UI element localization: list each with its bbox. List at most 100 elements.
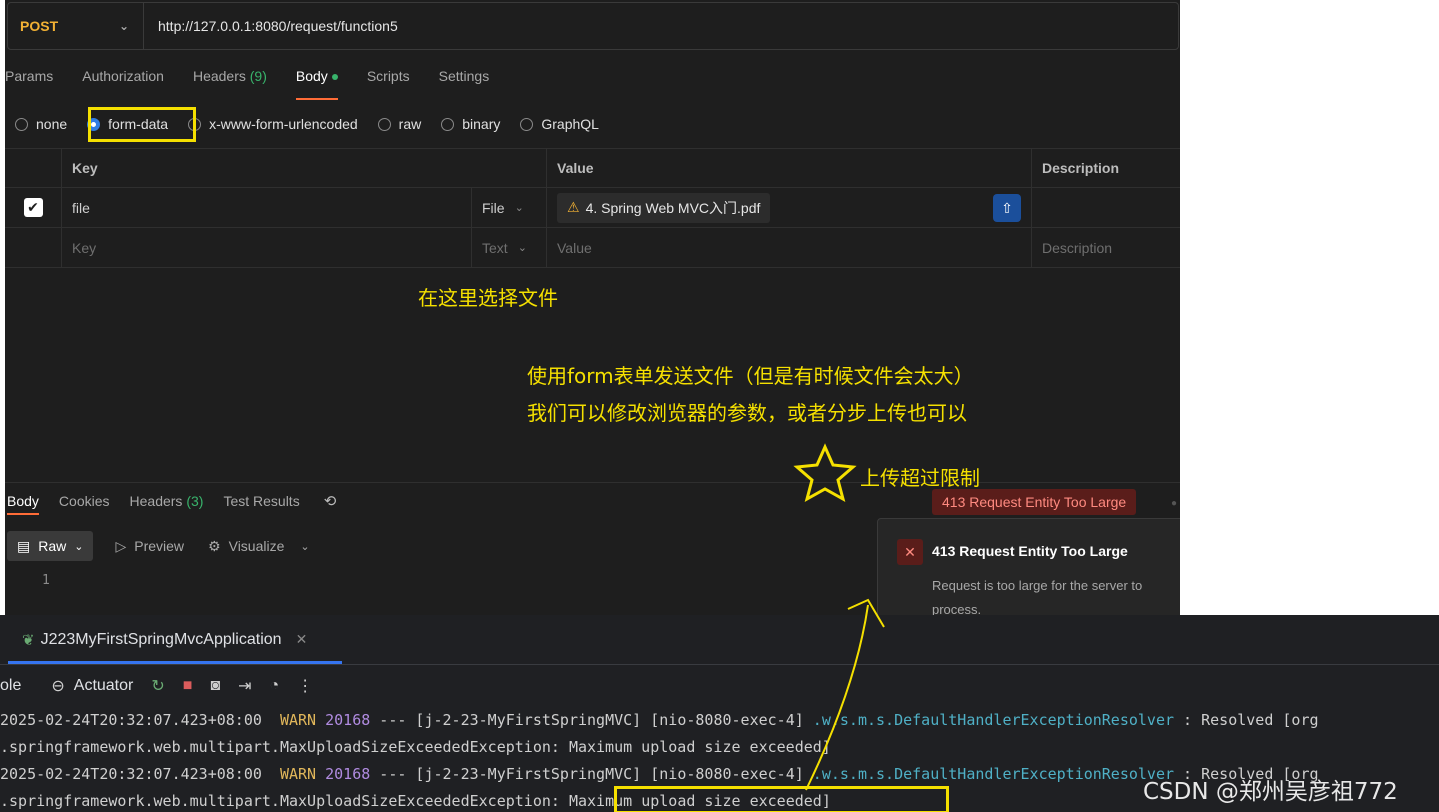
exceeded-highlight <box>614 786 949 812</box>
tab-params[interactable]: Params <box>5 68 53 94</box>
radio-urlencoded-label: x-www-form-urlencoded <box>209 116 358 132</box>
log1-mid: --- [j-2-23-MyFirstSpringMVC] [nio-8080-… <box>370 711 813 729</box>
actuator-tab[interactable]: Actuator <box>74 677 134 695</box>
radio-graphql-label: GraphQL <box>541 116 599 132</box>
radio-raw[interactable]: raw <box>377 116 421 132</box>
radio-icon <box>377 117 391 131</box>
log4-prefix: .springframework.web.multipart.MaxUpload… <box>0 792 569 810</box>
row-type-select[interactable]: File ⌄ <box>472 188 547 227</box>
chevron-down-icon: ⌄ <box>300 540 310 553</box>
error-close-icon[interactable]: ✕ <box>897 539 923 565</box>
screenshot-root: POST ⌄ http://127.0.0.1:8080/request/fun… <box>0 0 1439 812</box>
more-icon[interactable]: ⋮ <box>297 676 313 696</box>
log-line-2: .springframework.web.multipart.MaxUpload… <box>0 738 831 756</box>
actuator-icon: ⊖ <box>51 678 65 695</box>
ide-toolbar: ole ⊖ Actuator ↻ ■ ◙ ⇥ ◔ ⋮ <box>0 673 322 699</box>
row-key[interactable]: file <box>62 188 472 227</box>
log1-pid: 20168 <box>325 711 371 729</box>
radio-graphql[interactable]: GraphQL <box>520 116 599 132</box>
request-tabs: Params Authorization Headers (9) Body Sc… <box>5 68 518 100</box>
log1-class[interactable]: .w.s.m.s.DefaultHandlerExceptionResolver <box>813 711 1174 729</box>
dot-icon: ● <box>1171 498 1178 509</box>
raw-icon: ▤ <box>17 537 31 554</box>
form-data-highlight <box>88 107 196 142</box>
header-key: Key <box>62 149 547 187</box>
annotation-choose-file: 在这里选择文件 <box>418 286 558 310</box>
chevron-down-icon: ⌄ <box>514 202 524 214</box>
radio-binary-label: binary <box>462 116 501 132</box>
placeholder-check-cell <box>5 228 62 267</box>
close-icon[interactable]: ✕ <box>296 631 308 648</box>
annotation-limit: 上传超过限制 <box>860 466 980 490</box>
csdn-watermark: CSDN @郑州吴彦祖772 <box>1143 779 1398 805</box>
raw-select[interactable]: ▤ Raw ⌄ <box>7 531 94 561</box>
status-badge[interactable]: 413 Request Entity Too Large <box>932 489 1137 515</box>
response-view-bar: ▤ Raw ⌄ ▷ Preview ⚙ Visualize ⌄ <box>7 530 334 562</box>
play-icon: ▷ <box>115 537 127 554</box>
checkbox-checked-icon[interactable]: ✔ <box>23 198 43 217</box>
tab-headers[interactable]: Headers (9) <box>193 68 267 94</box>
res-tab-test-results[interactable]: Test Results <box>223 493 299 509</box>
rerun-icon[interactable]: ↻ <box>151 676 164 696</box>
run-tab[interactable]: ❦ J223MyFirstSpringMvcApplication ✕ <box>8 615 342 664</box>
radio-none-label: none <box>36 116 68 132</box>
res-tab-headers[interactable]: Headers (3) <box>130 493 204 509</box>
radio-none[interactable]: none <box>15 116 67 132</box>
error-toast: ✕ 413 Request Entity Too Large Request i… <box>877 518 1180 615</box>
tab-scripts[interactable]: Scripts <box>367 68 410 94</box>
visualize-button[interactable]: ⚙ Visualize ⌄ <box>208 538 310 555</box>
cloud-upload-icon[interactable]: ⇧ <box>993 194 1021 222</box>
profiler-icon[interactable]: ◔ <box>270 677 280 695</box>
log3-level: WARN <box>279 765 317 783</box>
response-tabs: Body Cookies Headers (3) Test Results ⟲ <box>7 492 337 515</box>
chevron-down-icon: ⌄ <box>517 242 527 254</box>
method-select[interactable]: POST ⌄ <box>8 3 144 49</box>
res-tab-body[interactable]: Body <box>7 493 39 515</box>
line-number: 1 <box>42 573 50 588</box>
warning-icon: ⚠ <box>567 199 580 215</box>
log1-tail: : Resolved [org <box>1174 711 1319 729</box>
radio-binary[interactable]: binary <box>441 116 500 132</box>
res-tab-headers-count: (3) <box>186 493 204 509</box>
history-icon[interactable]: ⟲ <box>324 492 337 510</box>
table-row-placeholder: Key Text ⌄ Value Description <box>5 228 1180 268</box>
tab-authorization[interactable]: Authorization <box>82 68 164 94</box>
tab-body-label: Body <box>295 68 328 84</box>
stop-icon[interactable]: ■ <box>183 677 193 695</box>
radio-icon <box>15 117 28 131</box>
preview-button[interactable]: ▷ Preview <box>115 538 184 555</box>
placeholder-description[interactable]: Description <box>1032 228 1180 267</box>
exit-icon[interactable]: ⇥ <box>238 676 251 696</box>
table-row: ✔ file File ⌄ ⚠ 4. Spring Web MVC入门.pdf ⇧ <box>5 188 1180 228</box>
placeholder-key[interactable]: Key <box>62 228 472 267</box>
chevron-down-icon: ⌄ <box>118 19 129 33</box>
res-tab-cookies[interactable]: Cookies <box>59 493 110 509</box>
log-line-3: 2025-02-24T20:32:07.423+08:00 WARN 20168… <box>0 765 1319 783</box>
res-tab-headers-label: Headers <box>129 493 183 509</box>
run-tab-title: J223MyFirstSpringMvcApplication <box>40 630 282 648</box>
log1-level: WARN <box>279 711 317 729</box>
radio-icon <box>520 117 534 131</box>
radio-urlencoded[interactable]: x-www-form-urlencoded <box>188 116 358 132</box>
tab-headers-label: Headers <box>192 68 246 84</box>
placeholder-type-select[interactable]: Text ⌄ <box>472 228 547 267</box>
camera-icon[interactable]: ◙ <box>210 677 220 695</box>
log3-timestamp: 2025-02-24T20:32:07.423+08:00 <box>0 765 262 783</box>
spring-leaf-icon: ❦ <box>22 631 35 649</box>
console-tab[interactable]: ole <box>0 677 21 695</box>
tab-settings[interactable]: Settings <box>439 68 490 94</box>
file-chip[interactable]: ⚠ 4. Spring Web MVC入门.pdf <box>557 192 771 223</box>
url-input[interactable]: http://127.0.0.1:8080/request/function5 <box>144 18 398 34</box>
ide-separator <box>0 664 1439 665</box>
tab-body[interactable]: Body <box>295 68 338 100</box>
url-bar: POST ⌄ http://127.0.0.1:8080/request/fun… <box>7 2 1179 50</box>
log3-class[interactable]: .w.s.m.s.DefaultHandlerExceptionResolver <box>813 765 1174 783</box>
log3-pid: 20168 <box>325 765 371 783</box>
table-header-row: Key Value Description <box>5 148 1180 188</box>
preview-label: Preview <box>134 538 185 554</box>
placeholder-value[interactable]: Value <box>547 228 1032 267</box>
annotation-line1: 使用form表单发送文件（但是有时候文件会太大） <box>527 364 974 388</box>
header-description: Description <box>1042 160 1120 176</box>
row-description[interactable] <box>1032 188 1180 227</box>
tab-headers-count: (9) <box>249 68 267 84</box>
